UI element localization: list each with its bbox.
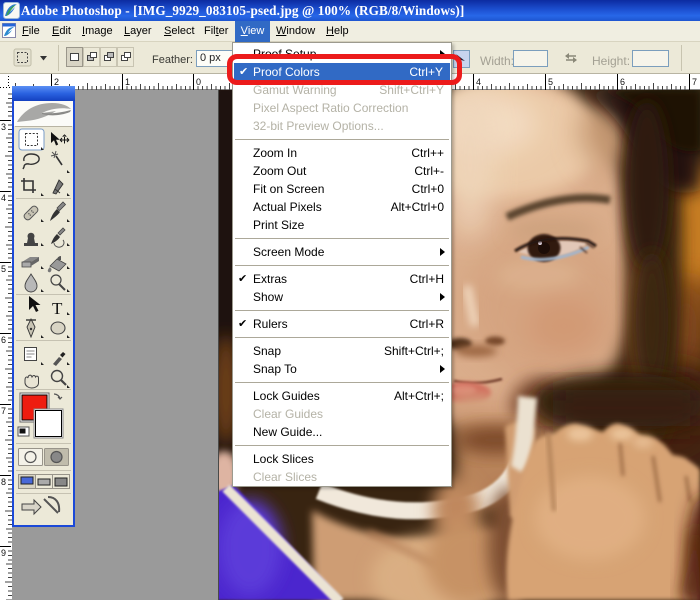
svg-text:5: 5 xyxy=(1,264,6,274)
svg-text:6: 6 xyxy=(1,335,6,345)
svg-text:3: 3 xyxy=(1,122,6,132)
svg-text:6: 6 xyxy=(620,77,625,87)
svg-text:0: 0 xyxy=(196,77,201,87)
svg-text:4: 4 xyxy=(476,77,481,87)
svg-text:7: 7 xyxy=(692,77,697,87)
svg-text:1: 1 xyxy=(125,77,130,87)
svg-text:9: 9 xyxy=(1,548,6,558)
svg-text:5: 5 xyxy=(548,77,553,87)
svg-text:4: 4 xyxy=(1,193,6,203)
svg-text:7: 7 xyxy=(1,406,6,416)
svg-text:8: 8 xyxy=(1,477,6,487)
svg-text:T: T xyxy=(52,299,63,318)
